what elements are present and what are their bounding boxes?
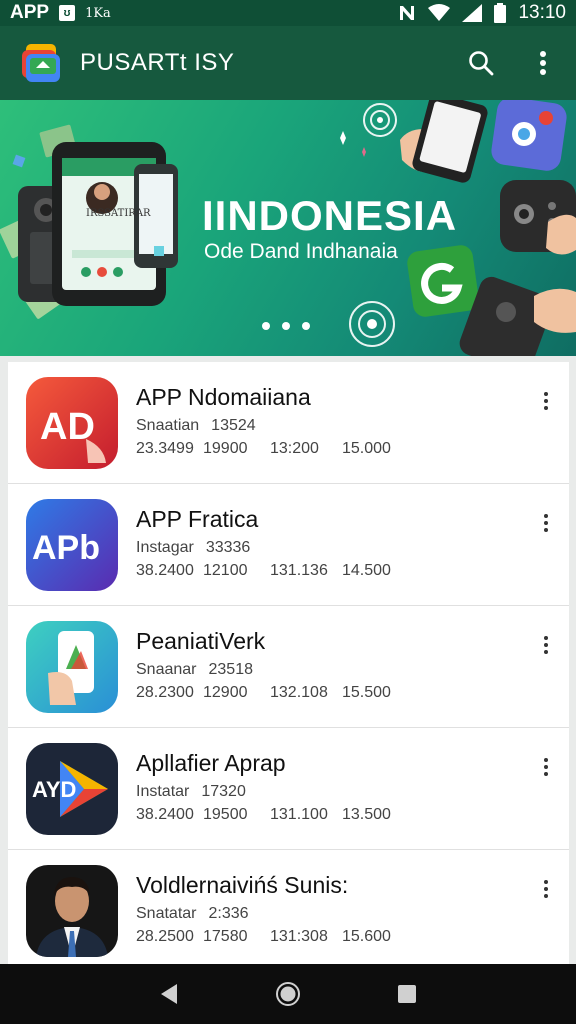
- stat-value: 28.2500: [136, 928, 194, 945]
- app-stats: 38.2400 19500 131.100 13.500: [136, 806, 410, 824]
- item-text: APP Ndomaiiana Snaatian 13524 23.3499 19…: [136, 384, 410, 458]
- sub-label: Instagar: [136, 539, 194, 556]
- back-icon[interactable]: [155, 980, 183, 1008]
- apb-icon[interactable]: APb: [26, 499, 118, 591]
- svg-text:APb: APb: [32, 529, 100, 567]
- play-icon[interactable]: AYD: [26, 743, 118, 835]
- sub-value: 33336: [205, 539, 251, 556]
- signal-icon: [462, 4, 483, 22]
- wifi-icon: [428, 4, 451, 21]
- list-item[interactable]: APb APP Fratica Instagar 33336 38.2400 1…: [8, 484, 569, 606]
- stat-value: 23.3499: [136, 440, 194, 457]
- list-item[interactable]: Voldlernaivińś Sunis: Snatatar 2:336 28.…: [8, 850, 569, 964]
- carousel-dot[interactable]: [262, 322, 270, 330]
- stat-value: 17580: [203, 928, 248, 945]
- app-subtitle: Snaatian 13524: [136, 417, 410, 435]
- app-list: AD APP Ndomaiiana Snaatian 13524 23.3499…: [8, 362, 569, 964]
- person-photo-icon[interactable]: [26, 865, 118, 957]
- more-vert-icon[interactable]: [539, 634, 553, 656]
- item-text: Apllafier Aprap Instatar 17320 38.2400 1…: [136, 750, 410, 824]
- banner-title: IINDONESIA: [202, 192, 458, 239]
- item-text: APP Fratica Instagar 33336 38.2400 12100…: [136, 506, 410, 580]
- stat-value: 131:308: [270, 928, 328, 945]
- item-text: PeaniatiVerk Snaanar 23518 28.2300 12900…: [136, 628, 410, 702]
- nfc-icon: [400, 6, 415, 20]
- item-text: Voldlernaivińś Sunis: Snatatar 2:336 28.…: [136, 872, 410, 946]
- app-title: APP Ndomaiiana: [136, 384, 311, 410]
- home-icon[interactable]: [274, 980, 302, 1008]
- app-stats: 23.3499 19900 13:200 15.000: [136, 440, 410, 458]
- more-vert-icon[interactable]: [539, 390, 553, 412]
- search-icon[interactable]: [468, 50, 494, 76]
- carousel-dots[interactable]: [262, 322, 310, 330]
- carousel-dot[interactable]: [302, 322, 310, 330]
- system-nav-bar: [0, 964, 576, 1024]
- app-stats: 28.2500 17580 131:308 15.600: [136, 928, 410, 946]
- list-item[interactable]: AYD Apllafier Aprap Instatar 17320 38.24…: [8, 728, 569, 850]
- stat-value: 19900: [203, 440, 248, 457]
- stat-value: 13:200: [270, 440, 319, 457]
- app-subtitle: Snatatar 2:336: [136, 905, 410, 923]
- stat-value: 13.500: [342, 806, 391, 823]
- app-subtitle: Snaanar 23518: [136, 661, 410, 679]
- hand-phone-icon[interactable]: [26, 621, 118, 713]
- app-title: PUSARTt ISY: [80, 49, 235, 76]
- promo-banner[interactable]: IRSSATIRAR IINDONESIA Ode Dand Indhanaia: [0, 100, 576, 356]
- app-subtitle: Instagar 33336: [136, 539, 410, 557]
- stat-value: 38.2400: [136, 562, 194, 579]
- app-logo-icon[interactable]: [20, 42, 64, 84]
- app-subtitle: Instatar 17320: [136, 783, 410, 801]
- stat-value: 131.100: [270, 806, 328, 823]
- more-vert-icon[interactable]: [539, 878, 553, 900]
- svg-text:AD: AD: [40, 406, 95, 448]
- status-bar: APP ʊ 1Ka 13:10: [0, 0, 576, 26]
- sub-value: 2:336: [208, 905, 249, 922]
- sub-label: Snaatian: [136, 417, 200, 434]
- app-stats: 28.2300 12900 132.108 15.500: [136, 684, 410, 702]
- banner-subtitle: Ode Dand Indhanaia: [204, 240, 398, 263]
- list-item[interactable]: PeaniatiVerk Snaanar 23518 28.2300 12900…: [8, 606, 569, 728]
- ad-icon[interactable]: AD: [26, 377, 118, 469]
- status-left: APP ʊ 1Ka: [10, 2, 111, 24]
- svg-text:AYD: AYD: [32, 777, 76, 802]
- recents-icon[interactable]: [393, 980, 421, 1008]
- stat-value: 14.500: [342, 562, 391, 579]
- app-actions: [468, 50, 556, 76]
- stat-value: 28.2300: [136, 684, 194, 701]
- app-bar: PUSARTt ISY: [0, 26, 576, 100]
- more-vert-icon[interactable]: [539, 512, 553, 534]
- app-title: APP Fratica: [136, 506, 259, 532]
- battery-icon: [494, 3, 507, 23]
- app-title: Voldlernaivińś Sunis:: [136, 872, 349, 898]
- stat-value: 15.600: [342, 928, 391, 945]
- stat-value: 12900: [203, 684, 248, 701]
- status-app-label: APP: [10, 2, 50, 23]
- stat-value: 131.136: [270, 562, 328, 579]
- phone-caption: IRSSATIRAR: [86, 208, 151, 219]
- status-time: 13:10: [518, 2, 566, 23]
- stat-value: 19500: [203, 806, 248, 823]
- carousel-dot[interactable]: [282, 322, 290, 330]
- status-right: 13:10: [398, 2, 566, 24]
- status-extra-text: 1Ka: [85, 5, 111, 21]
- sub-value: 17320: [201, 783, 246, 800]
- sub-label: Snatatar: [136, 905, 197, 922]
- sub-value: 23518: [208, 661, 254, 678]
- more-vert-icon[interactable]: [530, 50, 556, 76]
- app-title: PeaniatiVerk: [136, 628, 266, 654]
- more-vert-icon[interactable]: [539, 756, 553, 778]
- app-stats: 38.2400 12100 131.136 14.500: [136, 562, 410, 580]
- stat-value: 12100: [203, 562, 248, 579]
- app-title: Apllafier Aprap: [136, 750, 286, 776]
- stat-value: 15.000: [342, 440, 391, 457]
- stat-value: 15.500: [342, 684, 391, 701]
- sub-label: Instatar: [136, 783, 190, 800]
- sub-value: 13524: [211, 417, 256, 434]
- list-item[interactable]: AD APP Ndomaiiana Snaatian 13524 23.3499…: [8, 362, 569, 484]
- notification-icon: ʊ: [59, 5, 76, 21]
- sub-label: Snaanar: [136, 661, 197, 678]
- stat-value: 132.108: [270, 684, 328, 701]
- stat-value: 38.2400: [136, 806, 194, 823]
